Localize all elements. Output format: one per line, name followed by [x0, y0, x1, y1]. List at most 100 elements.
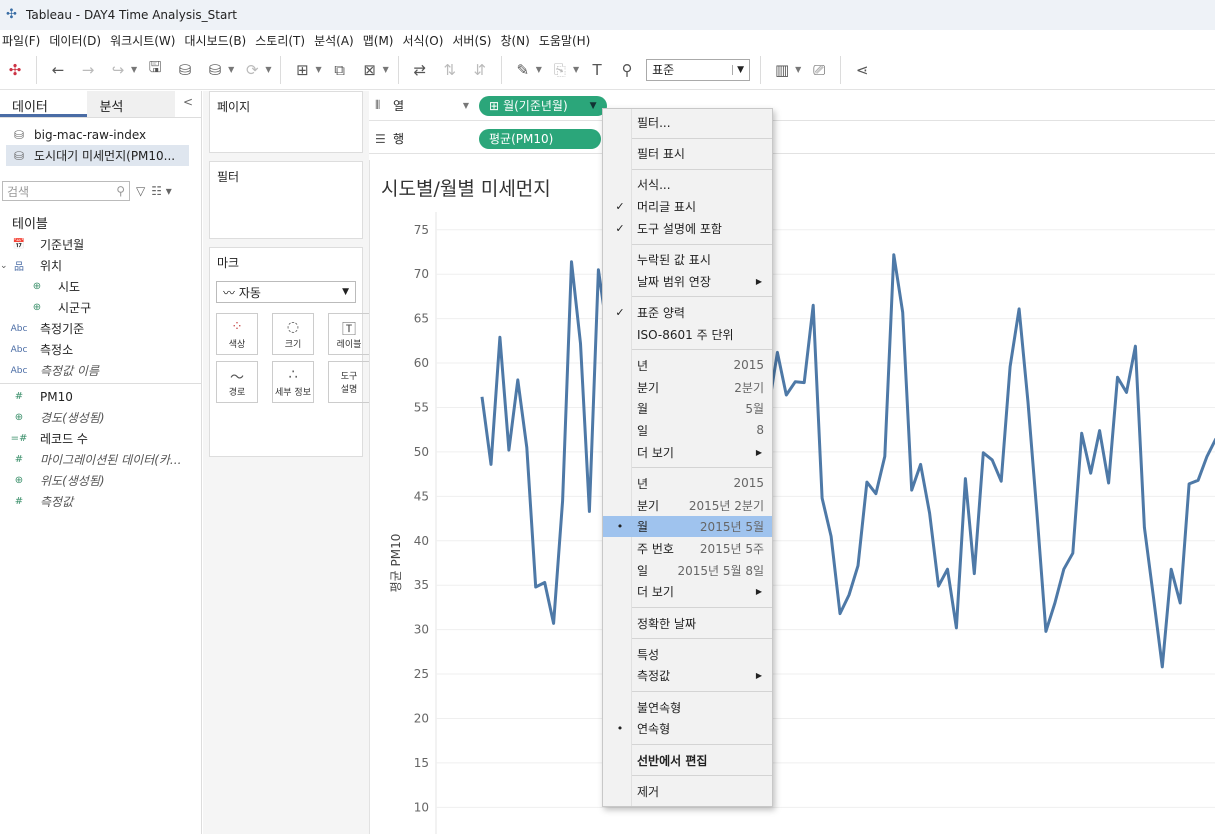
- context-menu-item[interactable]: ✓ 도구 설명에 포함: [603, 218, 772, 239]
- filter-icon[interactable]: ▽: [136, 184, 145, 198]
- filters-card[interactable]: 필터: [209, 161, 363, 239]
- menu-item[interactable]: 도움말(H): [539, 32, 600, 49]
- field-item[interactable]: ⊕ 경도(생성됨): [0, 407, 201, 428]
- share-icon[interactable]: ⋖: [850, 58, 874, 82]
- search-input[interactable]: 검색 ⚲: [2, 181, 130, 201]
- context-menu-item[interactable]: 년 2015: [603, 355, 772, 376]
- pin-axes-icon[interactable]: ⚲: [615, 58, 639, 82]
- show-me-icon[interactable]: ▥: [770, 58, 794, 82]
- field-item[interactable]: # 마이그레이션된 데이터(카...: [0, 449, 201, 470]
- menu-item[interactable]: 스토리(T): [255, 32, 314, 49]
- fit-dropdown[interactable]: 표준 ▼: [646, 58, 751, 81]
- replay-dropdown-icon[interactable]: ▼: [131, 65, 137, 74]
- clear-dropdown-icon[interactable]: ▼: [383, 65, 389, 74]
- field-item[interactable]: ⊕ 시도: [0, 276, 201, 297]
- view-options-icon[interactable]: ☷ ▾: [151, 184, 172, 198]
- field-item[interactable]: 📅 기준년월: [0, 234, 201, 255]
- group-icon[interactable]: ⎘: [548, 58, 572, 82]
- field-item[interactable]: Abc 측정소: [0, 339, 201, 360]
- label-button[interactable]: 🅃 레이블: [328, 313, 370, 355]
- chevron-down-icon[interactable]: ⌄: [0, 261, 8, 271]
- columns-shelf[interactable]: ⦀ 열 ▼ ⊞ 월(기준년월) ▼: [369, 91, 1215, 121]
- pill-dropdown-icon[interactable]: ▼: [590, 101, 597, 111]
- presentation-mode-icon[interactable]: ⎚: [807, 58, 831, 82]
- field-item[interactable]: ⊕ 위도(생성됨): [0, 470, 201, 491]
- tab-analysis[interactable]: 분석: [87, 91, 175, 117]
- collapse-pane-icon[interactable]: <: [175, 91, 201, 117]
- menu-item[interactable]: 서버(S): [452, 32, 500, 49]
- sort-descending-icon[interactable]: ⇵: [468, 58, 492, 82]
- undo-icon[interactable]: ←: [46, 58, 70, 82]
- rows-shelf[interactable]: ☰ 행 평균(PM10): [369, 124, 1215, 154]
- color-button[interactable]: ⁘ 색상: [216, 313, 258, 355]
- show-labels-icon[interactable]: T: [585, 58, 609, 82]
- context-menu-item[interactable]: 누락된 값 표시: [603, 249, 772, 270]
- columns-pill[interactable]: ⊞ 월(기준년월) ▼: [479, 95, 607, 116]
- menu-item[interactable]: 데이터(D): [49, 32, 110, 49]
- context-menu-item[interactable]: • 연속형: [603, 718, 772, 739]
- save-icon[interactable]: 🖫: [143, 58, 167, 82]
- clear-sheet-icon[interactable]: ⊠: [358, 58, 382, 82]
- context-menu-item[interactable]: ✓ 머리글 표시: [603, 196, 772, 217]
- context-menu-item[interactable]: 특성: [603, 644, 772, 665]
- chevron-down-icon[interactable]: ▼: [463, 101, 469, 110]
- context-menu-item[interactable]: 일8: [603, 420, 772, 441]
- mark-type-dropdown[interactable]: 〰 자동 ▼: [216, 281, 356, 303]
- context-menu-item[interactable]: 더 보기 ▶: [603, 442, 772, 463]
- context-menu-item[interactable]: 불연속형: [603, 697, 772, 718]
- field-item[interactable]: Abc 측정기준: [0, 318, 201, 339]
- menu-item[interactable]: 파일(F): [0, 32, 49, 49]
- new-worksheet-icon[interactable]: ⊞: [290, 58, 314, 82]
- datasource-item[interactable]: ⛁ big-mac-raw-index: [0, 124, 201, 145]
- context-menu-item[interactable]: 일 2015년 5월 8일: [603, 560, 772, 581]
- pause-update-icon[interactable]: ⛁: [203, 58, 227, 82]
- pages-card[interactable]: 페이지: [209, 91, 363, 153]
- field-item[interactable]: # 측정값: [0, 491, 201, 512]
- context-menu-item[interactable]: 분기 2015년 2분기: [603, 495, 772, 516]
- context-menu-item[interactable]: ISO-8601 주 단위: [603, 324, 772, 345]
- context-menu-item[interactable]: 제거: [603, 781, 772, 802]
- context-menu-item[interactable]: 필터...: [603, 112, 772, 133]
- context-menu-item[interactable]: 선반에서 편집: [603, 750, 772, 771]
- menu-item[interactable]: 창(N): [500, 32, 538, 49]
- context-menu-item[interactable]: • 월 2015년 5월: [603, 516, 772, 538]
- context-menu-item[interactable]: ✓ 표준 양력: [603, 302, 772, 323]
- menu-item[interactable]: 워크시트(W): [110, 32, 184, 49]
- show-me-dropdown-icon[interactable]: ▼: [795, 65, 801, 74]
- detail-button[interactable]: ∴ 세부 정보: [272, 361, 314, 403]
- highlight-icon[interactable]: ✎: [511, 58, 535, 82]
- rows-pill[interactable]: 평균(PM10): [479, 128, 601, 149]
- datasource-item-selected[interactable]: ⛁ 도시대기 미세먼지(PM10...: [6, 145, 189, 166]
- redo-icon[interactable]: →: [76, 58, 100, 82]
- new-datasource-icon[interactable]: ⛁: [173, 58, 197, 82]
- menu-item[interactable]: 분석(A): [314, 32, 363, 49]
- series-line[interactable]: [480, 246, 1215, 669]
- field-item[interactable]: Abc 측정값 이름: [0, 360, 201, 381]
- context-menu-item[interactable]: 월 5월: [603, 398, 772, 419]
- highlight-dropdown-icon[interactable]: ▼: [536, 65, 542, 74]
- pause-dropdown-icon[interactable]: ▼: [228, 65, 234, 74]
- context-menu-item[interactable]: 서식...: [603, 174, 772, 195]
- menu-item[interactable]: 대시보드(B): [184, 32, 255, 49]
- field-item[interactable]: # PM10: [0, 386, 201, 407]
- group-dropdown-icon[interactable]: ▼: [573, 65, 579, 74]
- replay-icon[interactable]: ↪: [106, 58, 130, 82]
- field-item[interactable]: =# 레코드 수: [0, 428, 201, 449]
- field-item[interactable]: ⌄ 品 위치: [0, 255, 201, 276]
- refresh-dropdown-icon[interactable]: ▼: [265, 65, 271, 74]
- tooltip-button[interactable]: 도구 설명: [328, 361, 370, 403]
- size-button[interactable]: ◌ 크기: [272, 313, 314, 355]
- tableau-home-icon[interactable]: ✣: [3, 58, 27, 82]
- context-menu-item[interactable]: 정확한 날짜: [603, 613, 772, 634]
- new-sheet-dropdown-icon[interactable]: ▼: [315, 65, 321, 74]
- context-menu-item[interactable]: 분기 2분기: [603, 377, 772, 398]
- context-menu-item[interactable]: 더 보기 ▶: [603, 581, 772, 602]
- path-button[interactable]: 〜 경로: [216, 361, 258, 403]
- context-menu-item[interactable]: 측정값 ▶: [603, 665, 772, 686]
- context-menu-item[interactable]: 년 2015: [603, 473, 772, 494]
- duplicate-sheet-icon[interactable]: ⧉: [328, 58, 352, 82]
- menu-item[interactable]: 맵(M): [363, 32, 403, 49]
- context-menu-item[interactable]: 필터 표시: [603, 143, 772, 164]
- context-menu-item[interactable]: 날짜 범위 연장 ▶: [603, 271, 772, 292]
- field-item[interactable]: ⊕ 시군구: [0, 297, 201, 318]
